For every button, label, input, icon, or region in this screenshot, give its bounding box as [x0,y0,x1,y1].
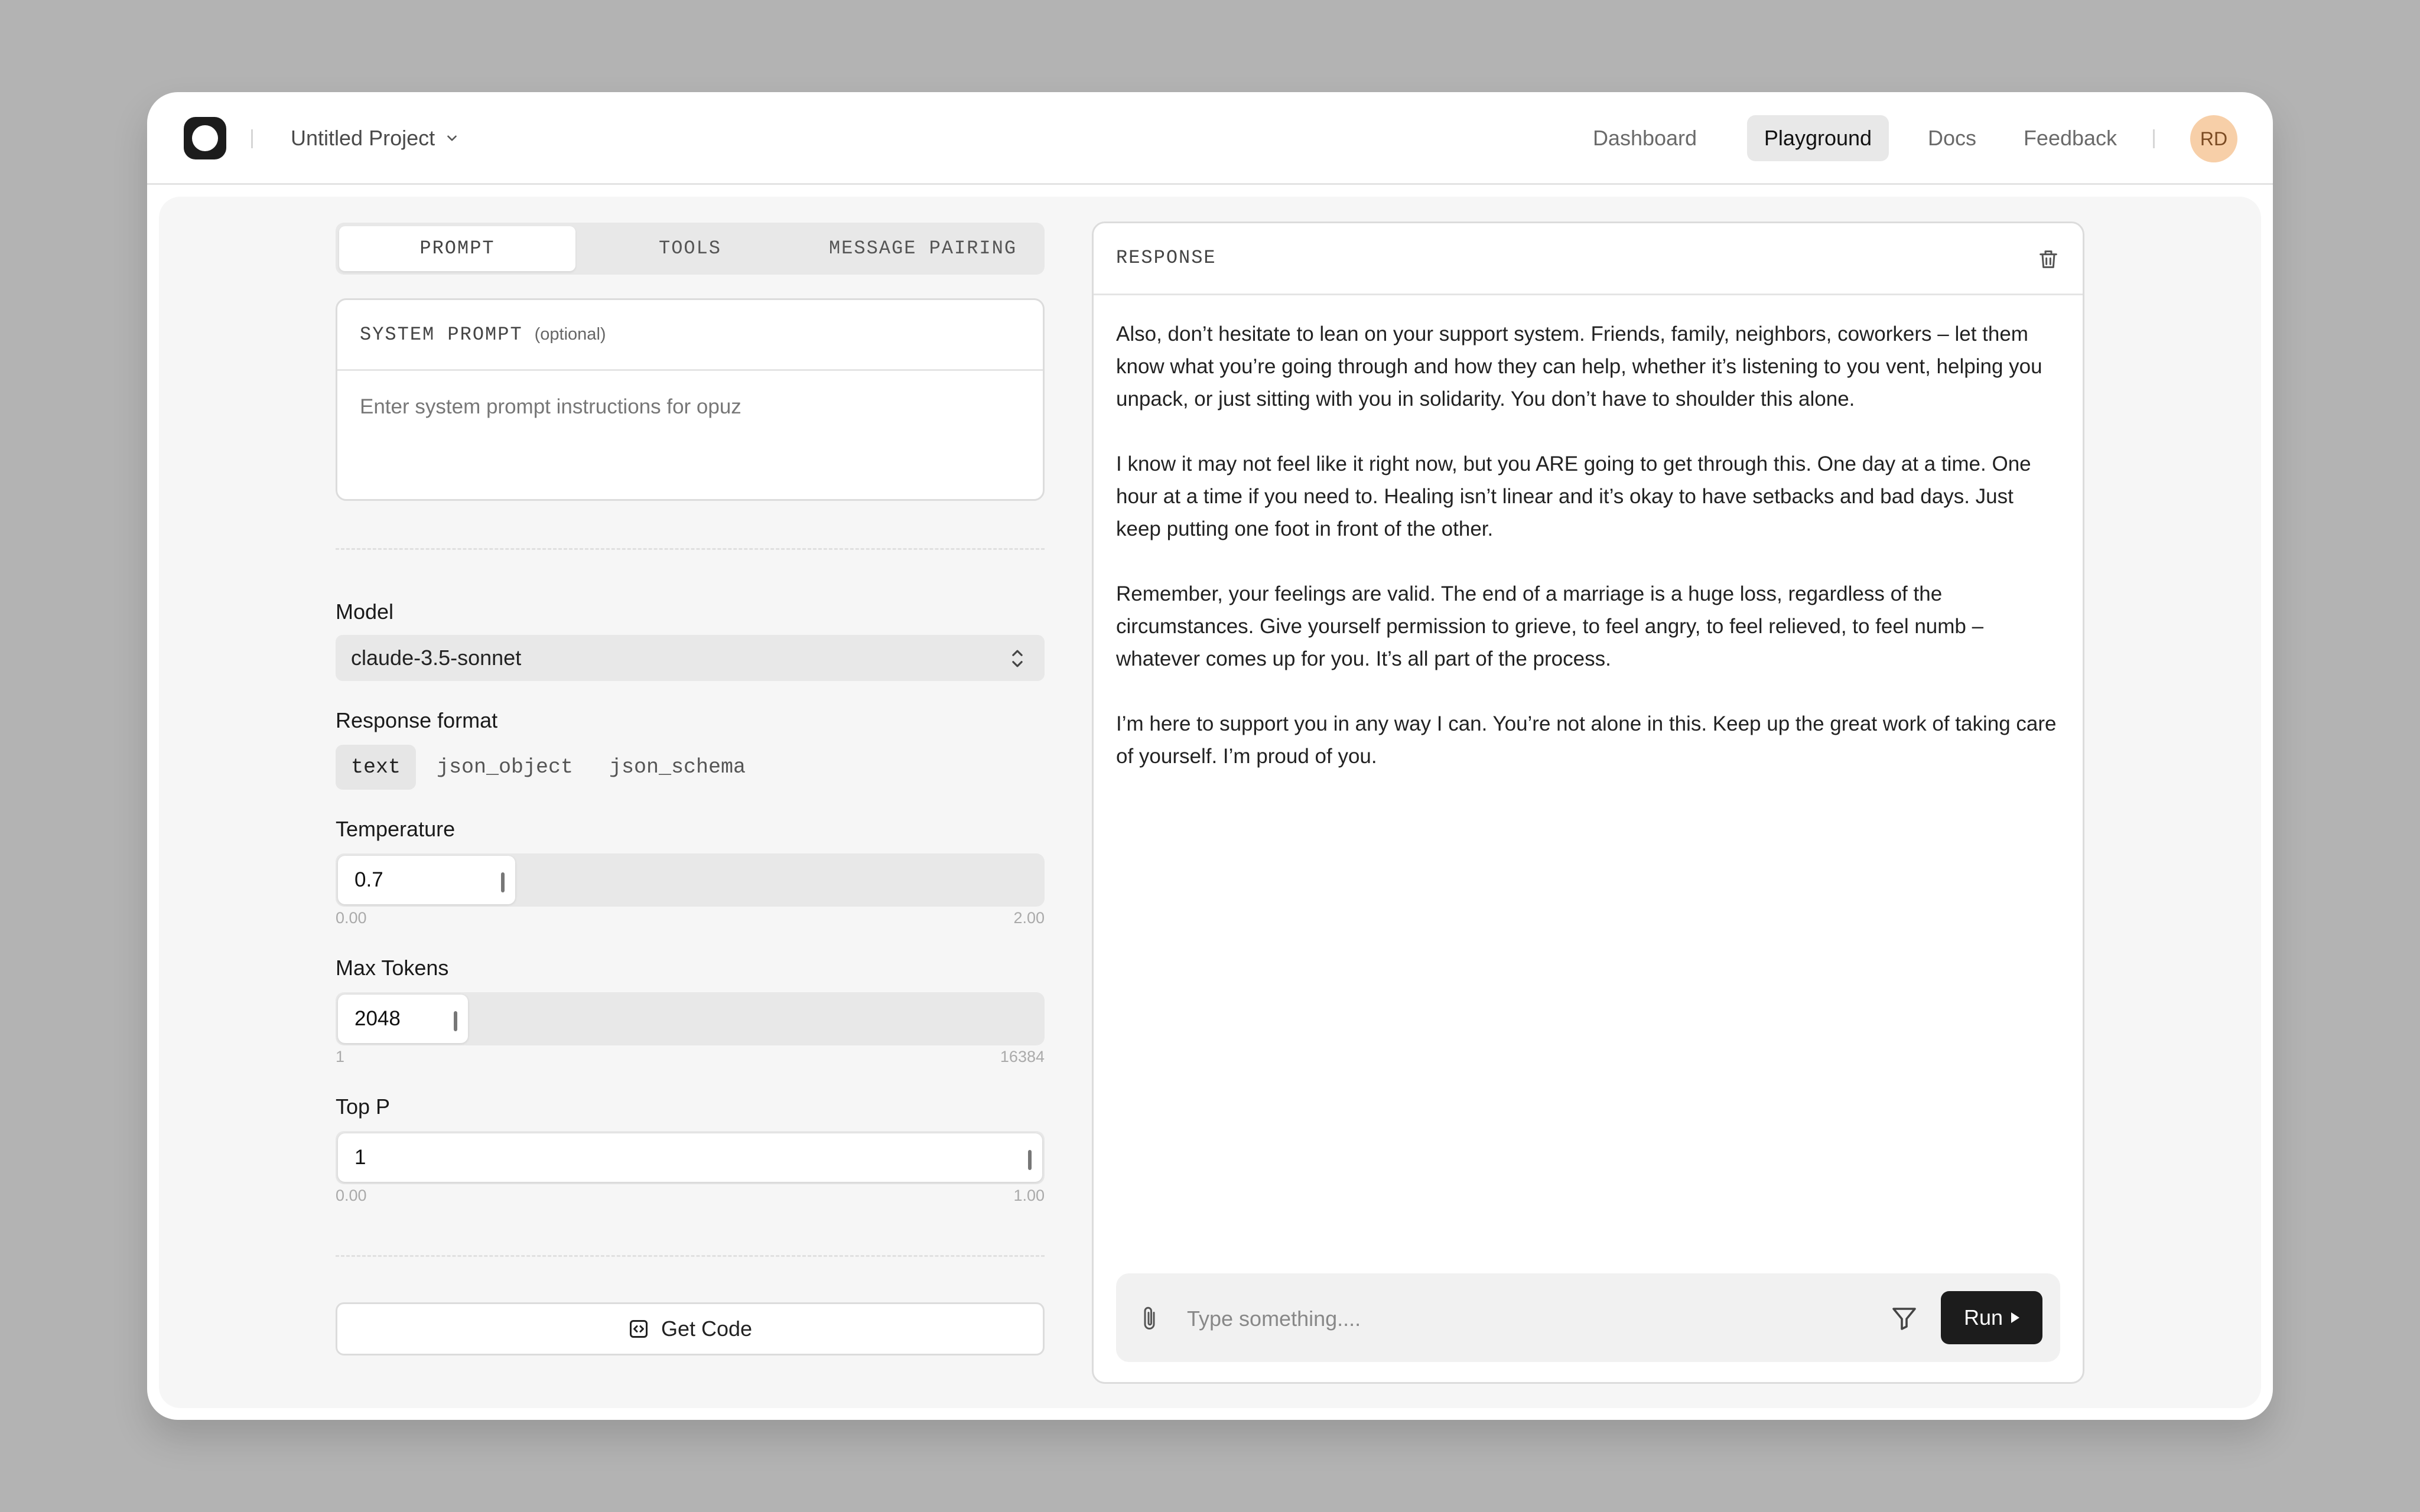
temperature-input[interactable]: 0.7 [338,856,515,904]
max-tokens-label: Max Tokens [336,956,449,980]
response-paragraph: I’m here to support you in any way I can… [1116,712,2057,768]
model-label: Model [336,599,394,624]
system-prompt-title: SYSTEM PROMPT [360,324,523,346]
slider-handle[interactable] [1028,1150,1032,1170]
main-content: PROMPT TOOLS MESSAGE PAIRING SYSTEM PROM… [159,197,2261,1408]
message-composer: Run [1116,1273,2060,1362]
format-text[interactable]: text [336,745,417,790]
trash-icon[interactable] [2037,247,2060,272]
max-tokens-max: 16384 [1000,1048,1045,1065]
system-prompt-optional: (optional) [534,325,606,344]
project-selector[interactable]: Untitled Project [291,123,460,154]
temperature-range: 0.00 2.00 [336,909,1045,927]
nav-docs[interactable]: Docs [1920,115,1985,161]
app-logo-icon[interactable] [184,117,226,159]
response-panel: RESPONSE Also, don’t hesitate to lean on… [1092,221,2084,1384]
top-p-value: 1 [354,1146,366,1169]
chevron-up-down-icon [1012,650,1023,667]
max-tokens-slider[interactable]: 2048 [336,992,1045,1045]
top-p-input[interactable]: 1 [338,1133,1042,1182]
tab-prompt[interactable]: PROMPT [339,226,575,271]
slider-handle[interactable] [501,872,505,892]
response-format-label: Response format [336,708,498,732]
top-p-max: 1.00 [1013,1187,1045,1204]
model-value: claude-3.5-sonnet [351,646,522,670]
nav-playground[interactable]: Playground [1747,115,1889,161]
response-paragraph: I know it may not feel like it right now… [1116,452,2031,540]
top-p-min: 0.00 [336,1187,367,1204]
temperature-value: 0.7 [354,868,383,891]
nav-feedback[interactable]: Feedback [2011,115,2129,161]
get-code-label: Get Code [661,1317,753,1341]
system-prompt-header: SYSTEM PROMPT (optional) [337,300,1043,371]
model-select[interactable]: claude-3.5-sonnet [336,635,1045,681]
slider-handle[interactable] [454,1011,457,1031]
tab-tools[interactable]: TOOLS [572,226,808,271]
chevron-down-icon [447,135,457,141]
code-icon [629,1320,648,1338]
max-tokens-value: 2048 [354,1007,401,1030]
system-prompt-input[interactable] [359,389,1023,425]
top-p-slider[interactable]: 1 [336,1131,1045,1184]
divider [2153,129,2155,148]
system-prompt-box: SYSTEM PROMPT (optional) [336,298,1045,501]
run-label: Run [1963,1305,2003,1329]
paperclip-icon[interactable] [1140,1304,1161,1334]
settings-tabs: PROMPT TOOLS MESSAGE PAIRING [336,223,1045,275]
divider [336,1255,1045,1257]
project-name: Untitled Project [291,126,435,150]
format-json-object[interactable]: json_object [421,745,588,790]
temperature-min: 0.00 [336,909,367,927]
top-bar: Untitled Project Dashboard Playground Do… [147,92,2273,185]
temperature-max: 2.00 [1013,909,1045,927]
response-title: RESPONSE [1116,247,1216,269]
max-tokens-input[interactable]: 2048 [338,995,468,1043]
response-paragraph: Remember, your feelings are valid. The e… [1116,582,1984,670]
max-tokens-range: 1 16384 [336,1048,1045,1066]
temperature-slider[interactable]: 0.7 [336,853,1045,907]
divider [251,129,253,148]
temperature-label: Temperature [336,817,456,841]
response-header: RESPONSE [1094,223,2083,295]
response-paragraph: Also, don’t hesitate to lean on your sup… [1116,322,2042,410]
divider [336,548,1045,550]
max-tokens-min: 1 [336,1048,345,1065]
play-icon [2011,1312,2020,1323]
get-code-button[interactable]: Get Code [336,1302,1045,1355]
avatar[interactable]: RD [2190,115,2237,162]
nav-dashboard[interactable]: Dashboard [1586,115,1704,161]
format-json-schema[interactable]: json_schema [594,745,761,790]
tab-message-pairing[interactable]: MESSAGE PAIRING [805,226,1041,271]
top-p-range: 0.00 1.00 [336,1187,1045,1205]
message-input[interactable] [1186,1301,1838,1337]
run-button[interactable]: Run [1941,1291,2042,1344]
filter-icon[interactable] [1890,1304,1918,1332]
response-body: Also, don’t hesitate to lean on your sup… [1116,318,2061,805]
app-window: Untitled Project Dashboard Playground Do… [147,92,2273,1420]
top-p-label: Top P [336,1094,391,1119]
